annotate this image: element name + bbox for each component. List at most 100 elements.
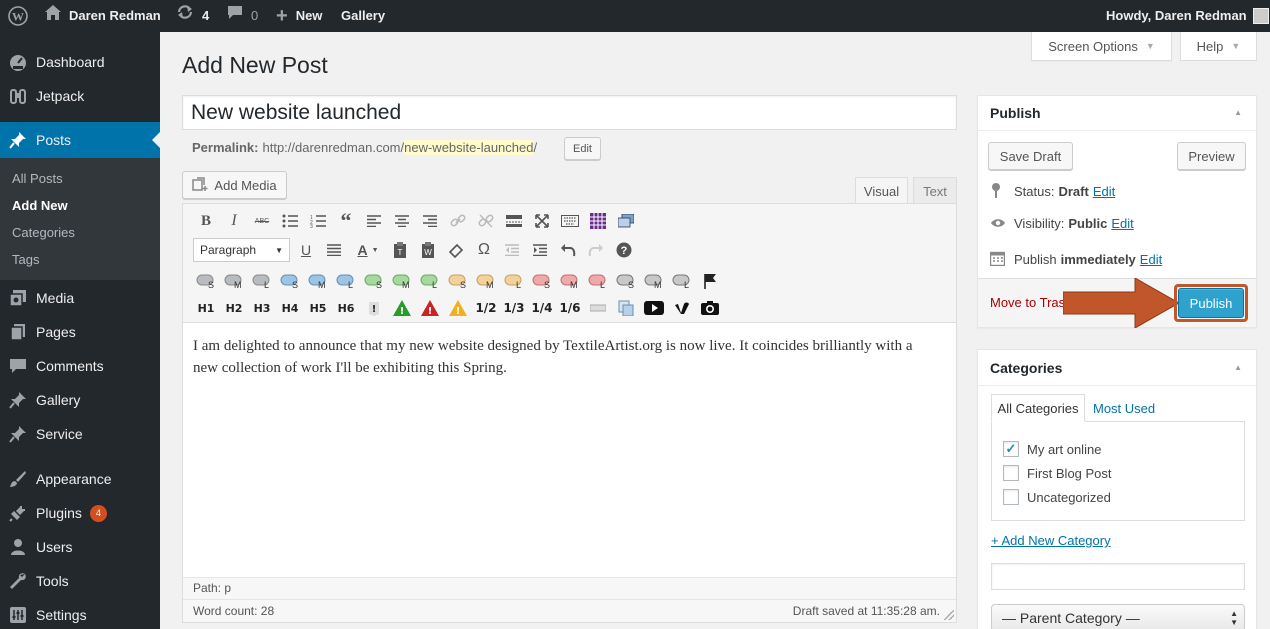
button-small-dark-icon[interactable]: S <box>615 270 637 292</box>
button-medium-red-icon[interactable]: M <box>559 270 581 292</box>
my-account[interactable]: Howdy, Daren Redman <box>1106 0 1269 32</box>
italic-button[interactable]: I <box>223 210 245 232</box>
button-medium-dark-icon[interactable]: M <box>643 270 665 292</box>
menu-item-posts[interactable]: Posts <box>0 122 160 158</box>
menu-item-plugins[interactable]: Plugins 4 <box>0 496 160 530</box>
menu-item-settings[interactable]: Settings <box>0 598 160 629</box>
align-center-button[interactable] <box>391 210 413 232</box>
menu-item-users[interactable]: Users <box>0 530 160 564</box>
menu-item-comments[interactable]: Comments <box>0 349 160 383</box>
save-draft-button[interactable]: Save Draft <box>988 142 1073 170</box>
tab-most-used[interactable]: Most Used <box>1093 394 1155 422</box>
button-small-gray-icon[interactable]: S <box>195 270 217 292</box>
button-large-blue-icon[interactable]: L <box>335 270 357 292</box>
unlink-icon[interactable] <box>475 210 497 232</box>
paste-text-icon[interactable]: T <box>389 239 411 261</box>
preview-button[interactable]: Preview <box>1177 142 1246 170</box>
collapse-arrow-icon[interactable]: ▲ <box>1234 363 1242 372</box>
gallery-link[interactable]: Gallery <box>341 0 385 32</box>
table-grid-icon[interactable] <box>587 210 609 232</box>
resize-handle-icon[interactable] <box>944 610 954 620</box>
new-content-link[interactable]: + New <box>276 0 322 32</box>
screen-options-tab[interactable]: Screen Options ▼ <box>1031 32 1172 61</box>
h2-button[interactable]: H2 <box>223 297 245 319</box>
undo-icon[interactable] <box>557 239 579 261</box>
button-small-green-icon[interactable]: S <box>363 270 385 292</box>
button-medium-blue-icon[interactable]: M <box>307 270 329 292</box>
h4-button[interactable]: H4 <box>279 297 301 319</box>
youtube-icon[interactable] <box>643 297 665 319</box>
vimeo-icon[interactable] <box>671 297 693 319</box>
alert-yellow-icon[interactable]: ! <box>447 297 469 319</box>
keyboard-icon[interactable] <box>559 210 581 232</box>
bold-button[interactable]: B <box>195 210 217 232</box>
menu-item-gallery[interactable]: Gallery <box>0 383 160 417</box>
image-gallery-icon[interactable] <box>615 210 637 232</box>
collapse-arrow-icon[interactable]: ▲ <box>1234 108 1242 117</box>
h6-button[interactable]: H6 <box>335 297 357 319</box>
paste-word-icon[interactable]: W <box>417 239 439 261</box>
button-medium-gray-icon[interactable]: M <box>223 270 245 292</box>
parent-category-select[interactable]: — Parent Category — ▲ ▼ <box>991 604 1245 629</box>
button-small-blue-icon[interactable]: S <box>279 270 301 292</box>
h5-button[interactable]: H5 <box>307 297 329 319</box>
publish-button[interactable]: Publish <box>1178 288 1244 318</box>
format-select[interactable]: Paragraph ▼ <box>193 238 290 262</box>
status-edit-link[interactable]: Edit <box>1093 184 1115 199</box>
wordpress-logo-icon[interactable]: W <box>8 0 28 32</box>
submenu-all-posts[interactable]: All Posts <box>12 171 63 186</box>
add-media-button[interactable]: Add Media <box>182 171 287 199</box>
category-item[interactable]: ✓ My art online <box>1003 441 1101 457</box>
updates-link[interactable]: 4 <box>176 0 209 32</box>
notice-icon[interactable]: ! <box>363 297 385 319</box>
menu-item-media[interactable]: Media <box>0 281 160 315</box>
category-checkbox[interactable] <box>1003 465 1019 481</box>
move-to-trash-link[interactable]: Move to Tras <box>990 295 1065 310</box>
post-title-input[interactable]: New website launched <box>182 95 957 130</box>
button-medium-green-icon[interactable]: M <box>391 270 413 292</box>
menu-item-appearance[interactable]: Appearance <box>0 462 160 496</box>
site-name-link[interactable]: Daren Redman <box>45 0 161 32</box>
button-large-red-icon[interactable]: L <box>587 270 609 292</box>
link-icon[interactable] <box>447 210 469 232</box>
categories-box-header[interactable]: Categories ▲ <box>978 350 1256 386</box>
half-column-button[interactable]: 1/2 <box>475 297 497 319</box>
menu-item-dashboard[interactable]: Dashboard <box>0 45 160 79</box>
menu-item-pages[interactable]: Pages <box>0 315 160 349</box>
redo-icon[interactable] <box>585 239 607 261</box>
category-checkbox[interactable]: ✓ <box>1003 441 1019 457</box>
camera-icon[interactable] <box>699 297 721 319</box>
menu-item-jetpack[interactable]: Jetpack <box>0 79 160 113</box>
tab-text[interactable]: Text <box>913 177 957 204</box>
text-color-button[interactable]: A ▼ <box>351 239 385 261</box>
omega-icon[interactable]: Ω <box>473 239 495 261</box>
schedule-edit-link[interactable]: Edit <box>1140 252 1162 267</box>
bullet-list-button[interactable] <box>279 210 301 232</box>
category-item[interactable]: First Blog Post <box>1003 465 1112 481</box>
justify-button[interactable] <box>323 239 345 261</box>
h3-button[interactable]: H3 <box>251 297 273 319</box>
menu-item-tools[interactable]: Tools <box>0 564 160 598</box>
blockquote-button[interactable]: “ <box>335 208 357 233</box>
button-small-orange-icon[interactable]: S <box>447 270 469 292</box>
sixth-column-button[interactable]: 1/6 <box>559 297 581 319</box>
comments-link[interactable]: 0 <box>227 0 258 32</box>
add-new-category-link[interactable]: + Add New Category <box>991 533 1111 548</box>
outdent-icon[interactable] <box>501 239 523 261</box>
visibility-edit-link[interactable]: Edit <box>1111 216 1133 231</box>
read-more-icon[interactable] <box>503 210 525 232</box>
menu-item-service[interactable]: Service <box>0 417 160 451</box>
indent-icon[interactable] <box>529 239 551 261</box>
button-large-orange-icon[interactable]: L <box>503 270 525 292</box>
button-small-red-icon[interactable]: S <box>531 270 553 292</box>
alert-green-icon[interactable]: ! <box>391 297 413 319</box>
help-circle-icon[interactable]: ? <box>613 239 635 261</box>
align-left-button[interactable] <box>363 210 385 232</box>
permalink-edit-button[interactable]: Edit <box>564 137 601 160</box>
strikethrough-button[interactable]: ABC <box>251 210 273 232</box>
new-category-input[interactable] <box>991 563 1245 590</box>
button-large-green-icon[interactable]: L <box>419 270 441 292</box>
category-checkbox[interactable] <box>1003 489 1019 505</box>
numbered-list-button[interactable]: 123 <box>307 210 329 232</box>
category-item[interactable]: Uncategorized <box>1003 489 1111 505</box>
